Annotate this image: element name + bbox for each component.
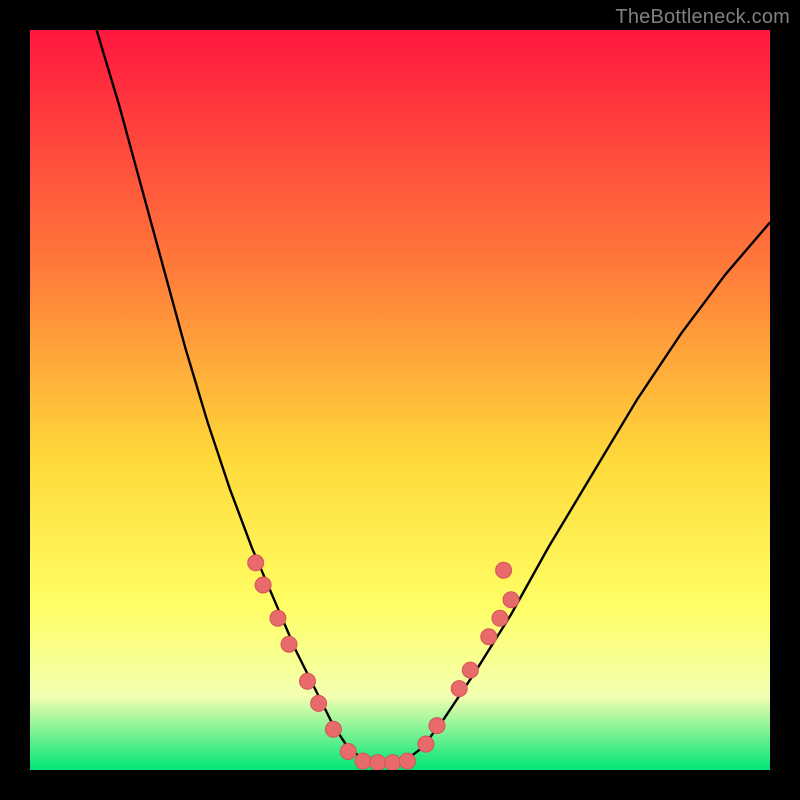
data-dot: [325, 721, 341, 737]
data-dot: [255, 577, 271, 593]
data-dot: [481, 629, 497, 645]
data-dot: [281, 636, 297, 652]
data-dot: [429, 718, 445, 734]
data-dot: [451, 681, 467, 697]
data-dot: [311, 695, 327, 711]
data-dot: [340, 744, 356, 760]
data-dot: [503, 592, 519, 608]
data-dot: [492, 610, 508, 626]
bottleneck-chart: [30, 30, 770, 770]
data-dot: [300, 673, 316, 689]
data-dot: [418, 736, 434, 752]
gradient-background: [30, 30, 770, 770]
data-dot: [355, 753, 371, 769]
data-dot: [370, 755, 386, 770]
data-dot: [496, 562, 512, 578]
data-dot: [248, 555, 264, 571]
data-dot: [462, 662, 478, 678]
data-dot: [270, 610, 286, 626]
data-dot: [385, 755, 401, 770]
watermark-text: TheBottleneck.com: [615, 6, 790, 29]
data-dot: [399, 753, 415, 769]
